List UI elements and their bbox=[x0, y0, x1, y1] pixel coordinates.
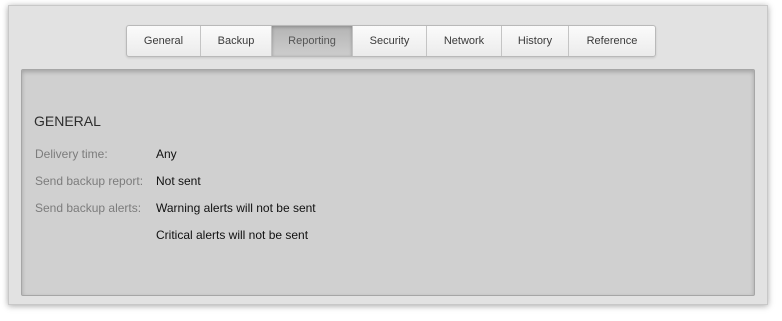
tab-reference[interactable]: Reference bbox=[569, 26, 655, 56]
tab-bar: General Backup Reporting Security Networ… bbox=[126, 25, 656, 57]
tab-network[interactable]: Network bbox=[427, 26, 502, 56]
reporting-window: General Backup Reporting Security Networ… bbox=[8, 5, 768, 305]
delivery-time-label: Delivery time: bbox=[35, 147, 108, 161]
backup-alerts-label: Send backup alerts: bbox=[35, 201, 142, 215]
tab-reporting[interactable]: Reporting bbox=[272, 26, 353, 56]
tab-general[interactable]: General bbox=[127, 26, 201, 56]
section-title: GENERAL bbox=[34, 113, 101, 129]
critical-alerts-value: Critical alerts will not be sent bbox=[156, 228, 309, 242]
delivery-time-value: Any bbox=[156, 147, 177, 161]
tab-backup[interactable]: Backup bbox=[201, 26, 272, 56]
warning-alerts-value: Warning alerts will not be sent bbox=[156, 201, 316, 215]
backup-report-value: Not sent bbox=[156, 174, 201, 188]
reporting-panel: GENERAL Delivery time: Any Send backup r… bbox=[21, 69, 755, 296]
tab-security[interactable]: Security bbox=[353, 26, 427, 56]
backup-report-label: Send backup report: bbox=[35, 174, 144, 188]
tab-history[interactable]: History bbox=[502, 26, 569, 56]
